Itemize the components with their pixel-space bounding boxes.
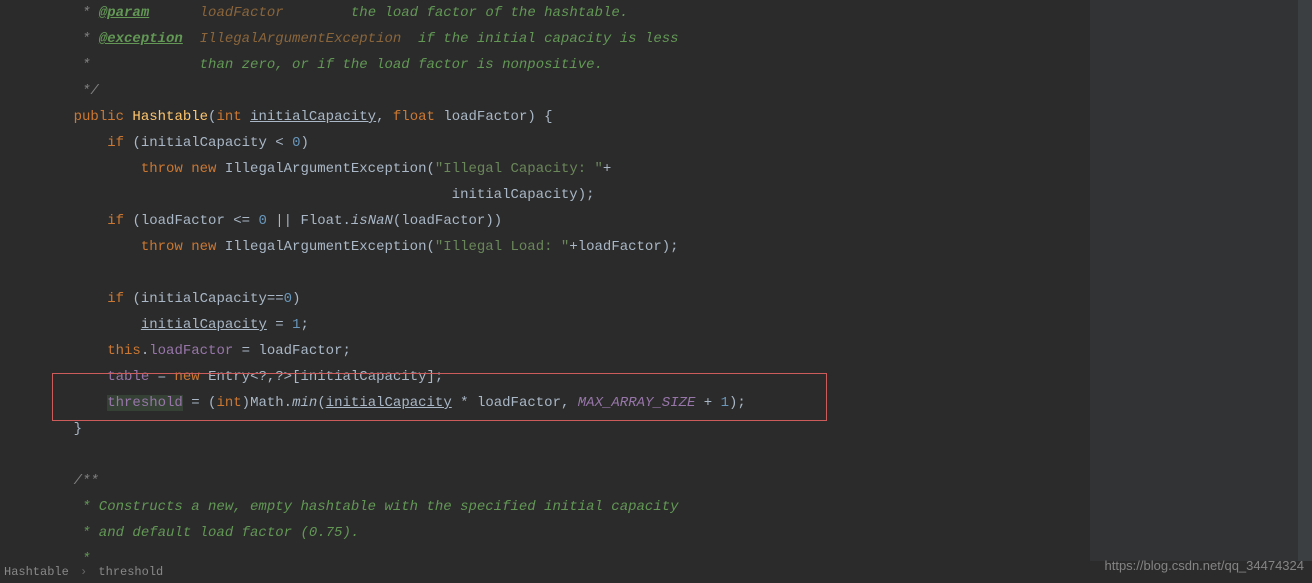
- scrollbar[interactable]: [1298, 0, 1312, 561]
- breadcrumb-item[interactable]: threshold: [98, 565, 163, 579]
- breadcrumb[interactable]: Hashtable › threshold: [0, 561, 163, 583]
- editor-right-margin: [1090, 0, 1298, 561]
- watermark-text: https://blog.csdn.net/qq_34474324: [1105, 553, 1305, 579]
- chevron-right-icon: ›: [80, 565, 87, 579]
- breadcrumb-item[interactable]: Hashtable: [4, 565, 69, 579]
